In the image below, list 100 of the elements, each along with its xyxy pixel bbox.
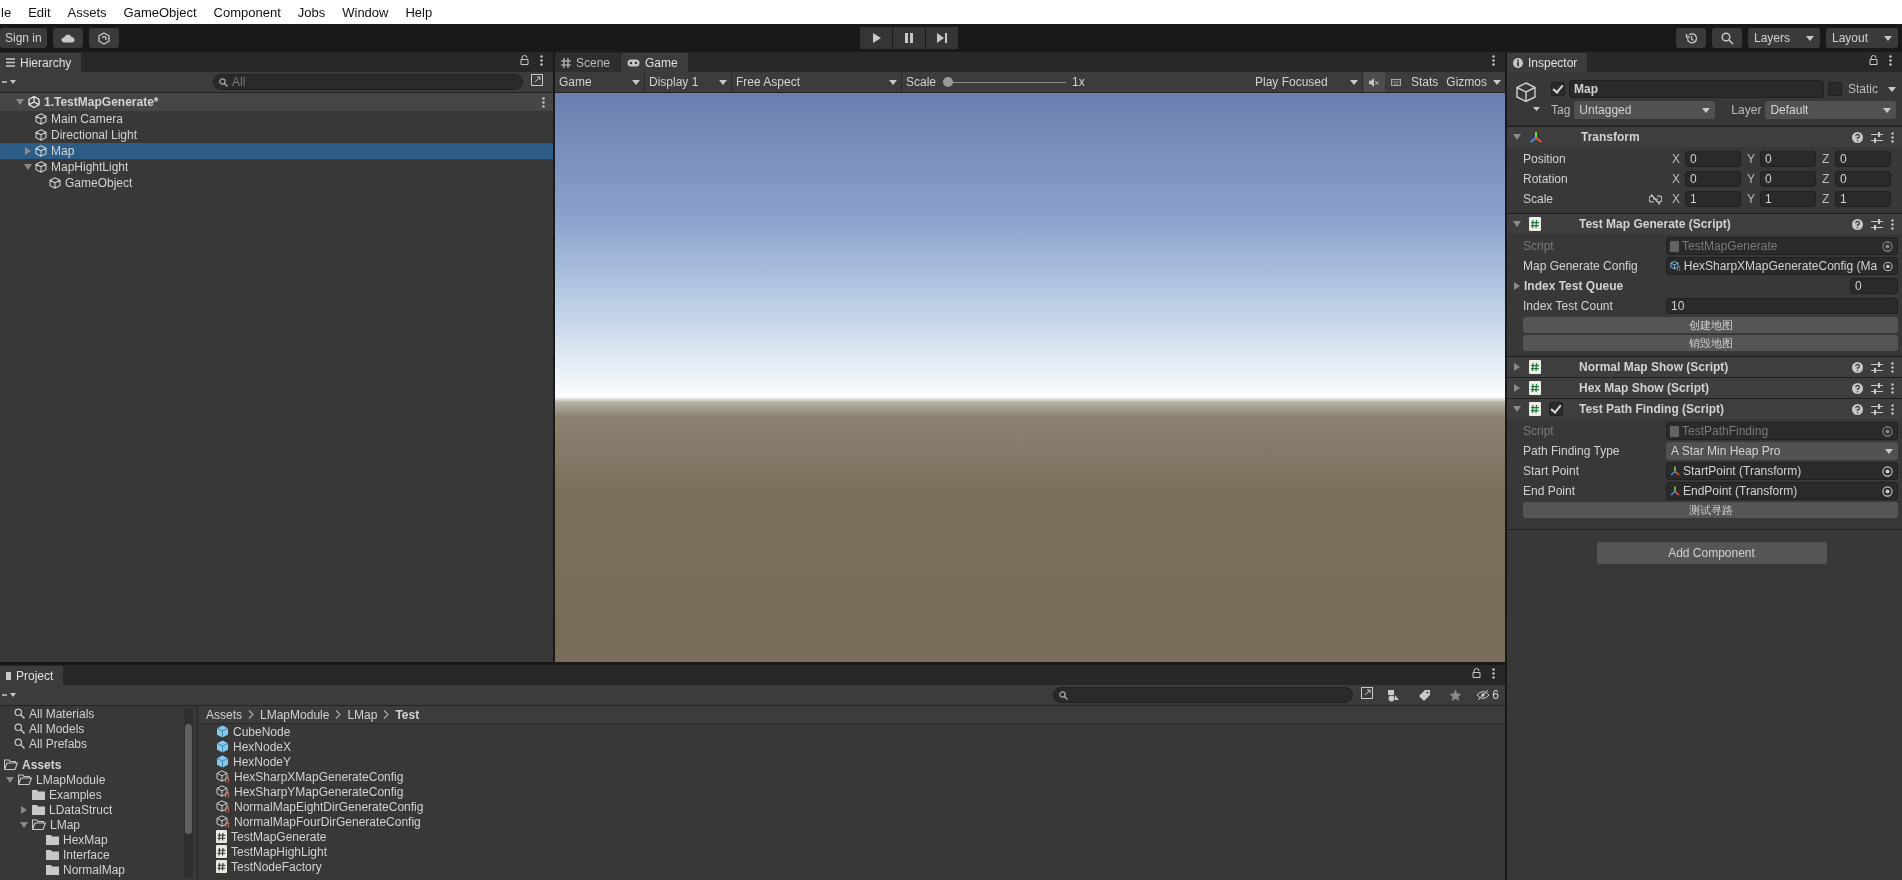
asset-item[interactable]: TestMapHighLight: [198, 844, 1505, 859]
component-header[interactable]: Transform: [1507, 126, 1902, 147]
component-header[interactable]: Test Map Generate (Script): [1507, 213, 1902, 234]
action-button[interactable]: 销毁地图: [1523, 335, 1898, 351]
expand-arrow-icon[interactable]: [1514, 384, 1520, 392]
number-field[interactable]: 0: [1760, 151, 1816, 167]
kebab-menu-icon[interactable]: [1889, 54, 1892, 66]
view-tab[interactable]: Game: [621, 53, 688, 72]
component-header[interactable]: Test Path Finding (Script): [1507, 398, 1902, 419]
lock-icon[interactable]: [1472, 668, 1481, 678]
asset-item[interactable]: HexSharpXMapGenerateConfig: [198, 769, 1505, 784]
layers-dropdown[interactable]: Layers: [1748, 28, 1820, 48]
help-icon[interactable]: [1852, 361, 1863, 373]
object-field[interactable]: EndPoint (Transform): [1666, 482, 1898, 500]
kebab-menu-icon[interactable]: [1891, 361, 1894, 373]
expand-arrow-icon[interactable]: [1514, 282, 1520, 290]
cloud-button[interactable]: [52, 28, 83, 48]
search-button[interactable]: [1712, 28, 1742, 48]
history-button[interactable]: [1676, 28, 1706, 48]
number-field[interactable]: 0: [1685, 171, 1741, 187]
expand-arrow-icon[interactable]: [24, 164, 32, 170]
display-dropdown[interactable]: Display 1: [645, 72, 732, 92]
action-button[interactable]: 创建地图: [1523, 317, 1898, 333]
asset-item[interactable]: HexSharpYMapGenerateConfig: [198, 784, 1505, 799]
aspect-dropdown[interactable]: Free Aspect: [732, 72, 902, 92]
menu-item[interactable]: Assets: [66, 4, 108, 20]
folder-tree-item[interactable]: LMapModule: [0, 772, 180, 787]
menu-item[interactable]: Component: [212, 4, 282, 20]
kebab-menu-icon[interactable]: [1891, 382, 1894, 394]
hidden-count-toggle[interactable]: 6: [1476, 688, 1499, 702]
folder-tree-item[interactable]: NormalMap: [0, 862, 180, 877]
target-picker-icon[interactable]: [1882, 485, 1893, 497]
object-field[interactable]: StartPoint (Transform): [1666, 462, 1898, 480]
expand-arrow-icon[interactable]: [1514, 363, 1520, 371]
expand-arrow-icon[interactable]: [16, 99, 24, 105]
sliders-icon[interactable]: [1871, 382, 1883, 394]
number-field[interactable]: 0: [1685, 151, 1741, 167]
active-checkbox[interactable]: [1551, 82, 1565, 96]
menu-item[interactable]: GameObject: [122, 4, 198, 20]
unlink-icon[interactable]: [1649, 193, 1662, 205]
add-component-button[interactable]: Add Component: [1596, 542, 1827, 564]
expand-arrow-icon[interactable]: [1513, 221, 1521, 227]
action-button[interactable]: 测试寻路: [1523, 502, 1898, 518]
folder-tree-item[interactable]: Assets: [0, 757, 180, 772]
folder-tree-item[interactable]: LDataStruct: [0, 802, 180, 817]
sliders-icon[interactable]: [1871, 218, 1883, 230]
kebab-menu-icon[interactable]: [1492, 54, 1495, 66]
list-size-field[interactable]: 0: [1850, 278, 1898, 294]
asset-item[interactable]: NormalMapEightDirGenerateConfig: [198, 799, 1505, 814]
favorite-item[interactable]: All Materials: [0, 706, 180, 721]
add-dropdown-icon[interactable]: [2, 692, 16, 698]
hierarchy-item[interactable]: GameObject: [0, 175, 553, 191]
cube-icon[interactable]: [1515, 82, 1541, 112]
menu-item[interactable]: le: [0, 4, 13, 20]
star-icon[interactable]: [1449, 688, 1463, 702]
folder-tree-item[interactable]: HexMap: [0, 832, 180, 847]
component-header[interactable]: Hex Map Show (Script): [1507, 377, 1902, 398]
collab-button[interactable]: [88, 28, 119, 48]
inspector-tab[interactable]: Inspector: [1507, 53, 1588, 72]
expand-arrow-icon[interactable]: [20, 821, 28, 828]
view-dropdown[interactable]: Game: [555, 72, 645, 92]
favorite-item[interactable]: All Prefabs: [0, 736, 180, 751]
kebab-menu-icon[interactable]: [1891, 131, 1894, 143]
expand-arrow-icon[interactable]: [6, 776, 14, 783]
number-field[interactable]: 1: [1835, 191, 1891, 207]
caret-icon[interactable]: [1888, 86, 1896, 92]
number-field[interactable]: 10: [1666, 298, 1898, 314]
number-field[interactable]: 0: [1835, 171, 1891, 187]
breadcrumb-link[interactable]: Test: [395, 707, 420, 722]
component-header[interactable]: Normal Map Show (Script): [1507, 356, 1902, 377]
kebab-menu-icon[interactable]: [1492, 667, 1495, 679]
folder-tree-item[interactable]: Examples: [0, 787, 180, 802]
static-checkbox[interactable]: [1828, 82, 1842, 96]
folder-tree-item[interactable]: LMap: [0, 817, 180, 832]
popout-icon[interactable]: [531, 74, 543, 86]
menu-item[interactable]: Edit: [27, 4, 52, 20]
kebab-menu-icon[interactable]: [1891, 403, 1894, 415]
asset-item[interactable]: HexNodeY: [198, 754, 1505, 769]
number-field[interactable]: 0: [1835, 151, 1891, 167]
shapes-icon[interactable]: [1387, 688, 1401, 702]
layer-dropdown[interactable]: Default: [1765, 101, 1896, 119]
sliders-icon[interactable]: [1871, 403, 1883, 415]
asset-item[interactable]: NormalMapFourDirGenerateConfig: [198, 814, 1505, 829]
asset-item[interactable]: CubeNode: [198, 724, 1505, 739]
asset-item[interactable]: HexNodeX: [198, 739, 1505, 754]
hierarchy-item[interactable]: Main Camera: [0, 111, 553, 127]
lock-icon[interactable]: [520, 55, 529, 65]
favorite-item[interactable]: All Models: [0, 721, 180, 736]
step-button[interactable]: [926, 27, 958, 49]
object-field[interactable]: HexSharpXMapGenerateConfig (Ma: [1666, 257, 1898, 275]
hierarchy-item[interactable]: MapHightLight: [0, 159, 553, 175]
lock-icon[interactable]: [1869, 55, 1878, 65]
tag-icon[interactable]: [1418, 688, 1432, 702]
hierarchy-item[interactable]: Map: [0, 143, 553, 159]
stats-button[interactable]: Stats: [1406, 72, 1443, 92]
help-icon[interactable]: [1852, 131, 1863, 143]
expand-arrow-icon[interactable]: [1513, 406, 1521, 412]
target-picker-icon[interactable]: [1883, 260, 1893, 272]
search-field[interactable]: All: [213, 74, 523, 90]
object-name-field[interactable]: Map: [1569, 80, 1824, 98]
